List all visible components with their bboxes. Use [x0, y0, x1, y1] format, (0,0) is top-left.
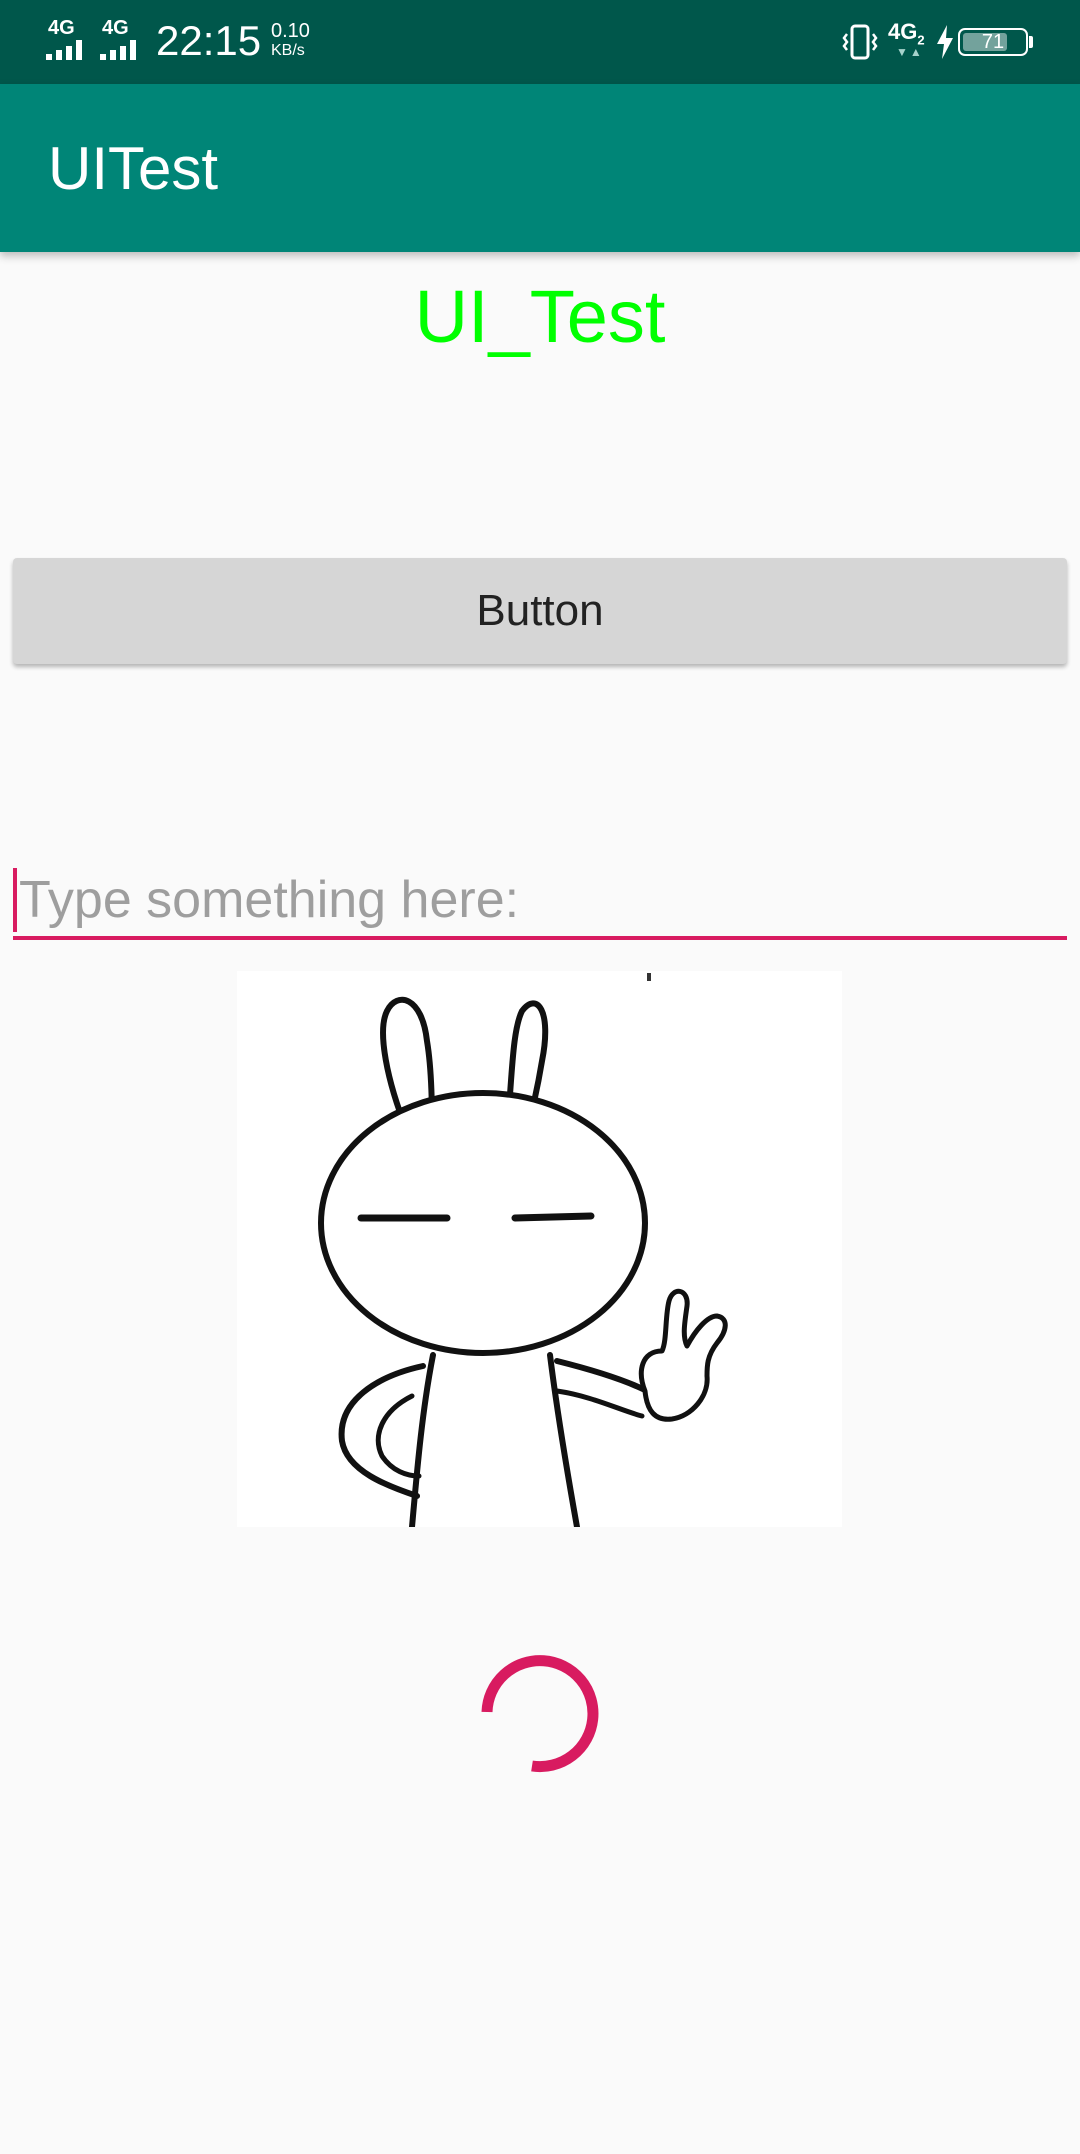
text-cursor: [13, 868, 17, 932]
vibrate-icon: [842, 24, 878, 60]
status-time: 22:15: [156, 17, 262, 64]
network-type-label: 4G: [102, 17, 129, 39]
rabbit-image: [237, 971, 842, 1527]
battery-tip: [1029, 36, 1033, 48]
network-speed-value: 0.10: [271, 20, 310, 42]
data-activity-icon: ▼▲: [896, 45, 924, 59]
rabbit-illustration: [237, 971, 842, 1527]
battery-level: 71: [981, 31, 1005, 53]
status-bar: 4G 4G 22:15 0.10 KB/s 4G2 ▼▲ 71: [0, 0, 1080, 84]
progress-spinner: [481, 1655, 599, 1773]
charging-icon: [937, 25, 953, 59]
signal-icon: 4G: [46, 17, 90, 60]
text-field[interactable]: [13, 864, 1067, 944]
app-bar: UITest: [0, 84, 1080, 252]
main-content: UI_Test Button: [0, 252, 1080, 2154]
network-type-label: 4G: [48, 17, 75, 39]
heading-text: UI_Test: [414, 275, 666, 358]
battery-icon: 71: [958, 28, 1028, 56]
text-input[interactable]: [13, 864, 1067, 940]
signal-icon: 4G: [100, 17, 144, 60]
network-speed-unit: KB/s: [271, 42, 305, 59]
app-title: UITest: [48, 135, 219, 202]
network-speed: 0.10 KB/s: [271, 20, 321, 60]
main-button[interactable]: Button: [13, 558, 1067, 664]
